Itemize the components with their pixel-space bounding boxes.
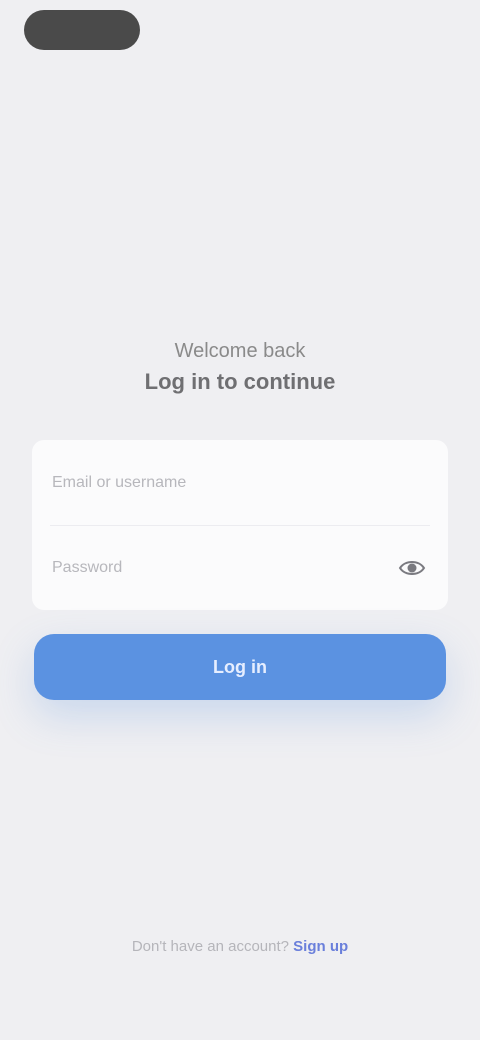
welcome-header: Welcome back Log in to continue bbox=[0, 336, 480, 398]
login-button[interactable]: Log in bbox=[34, 634, 446, 700]
eye-icon[interactable] bbox=[398, 555, 426, 581]
signup-link[interactable]: Sign up bbox=[293, 938, 348, 955]
password-field[interactable] bbox=[50, 547, 394, 589]
welcome-subtitle: Log in to continue bbox=[144, 369, 336, 394]
status-pill bbox=[24, 10, 140, 50]
password-field-container bbox=[32, 525, 448, 610]
login-form bbox=[32, 440, 448, 610]
signup-footer: Don't have an account? Sign up bbox=[0, 938, 480, 955]
email-field[interactable] bbox=[50, 462, 394, 504]
email-field-container bbox=[32, 440, 448, 525]
welcome-title: Welcome back bbox=[174, 340, 306, 362]
signup-prompt: Don't have an account? bbox=[131, 938, 294, 955]
